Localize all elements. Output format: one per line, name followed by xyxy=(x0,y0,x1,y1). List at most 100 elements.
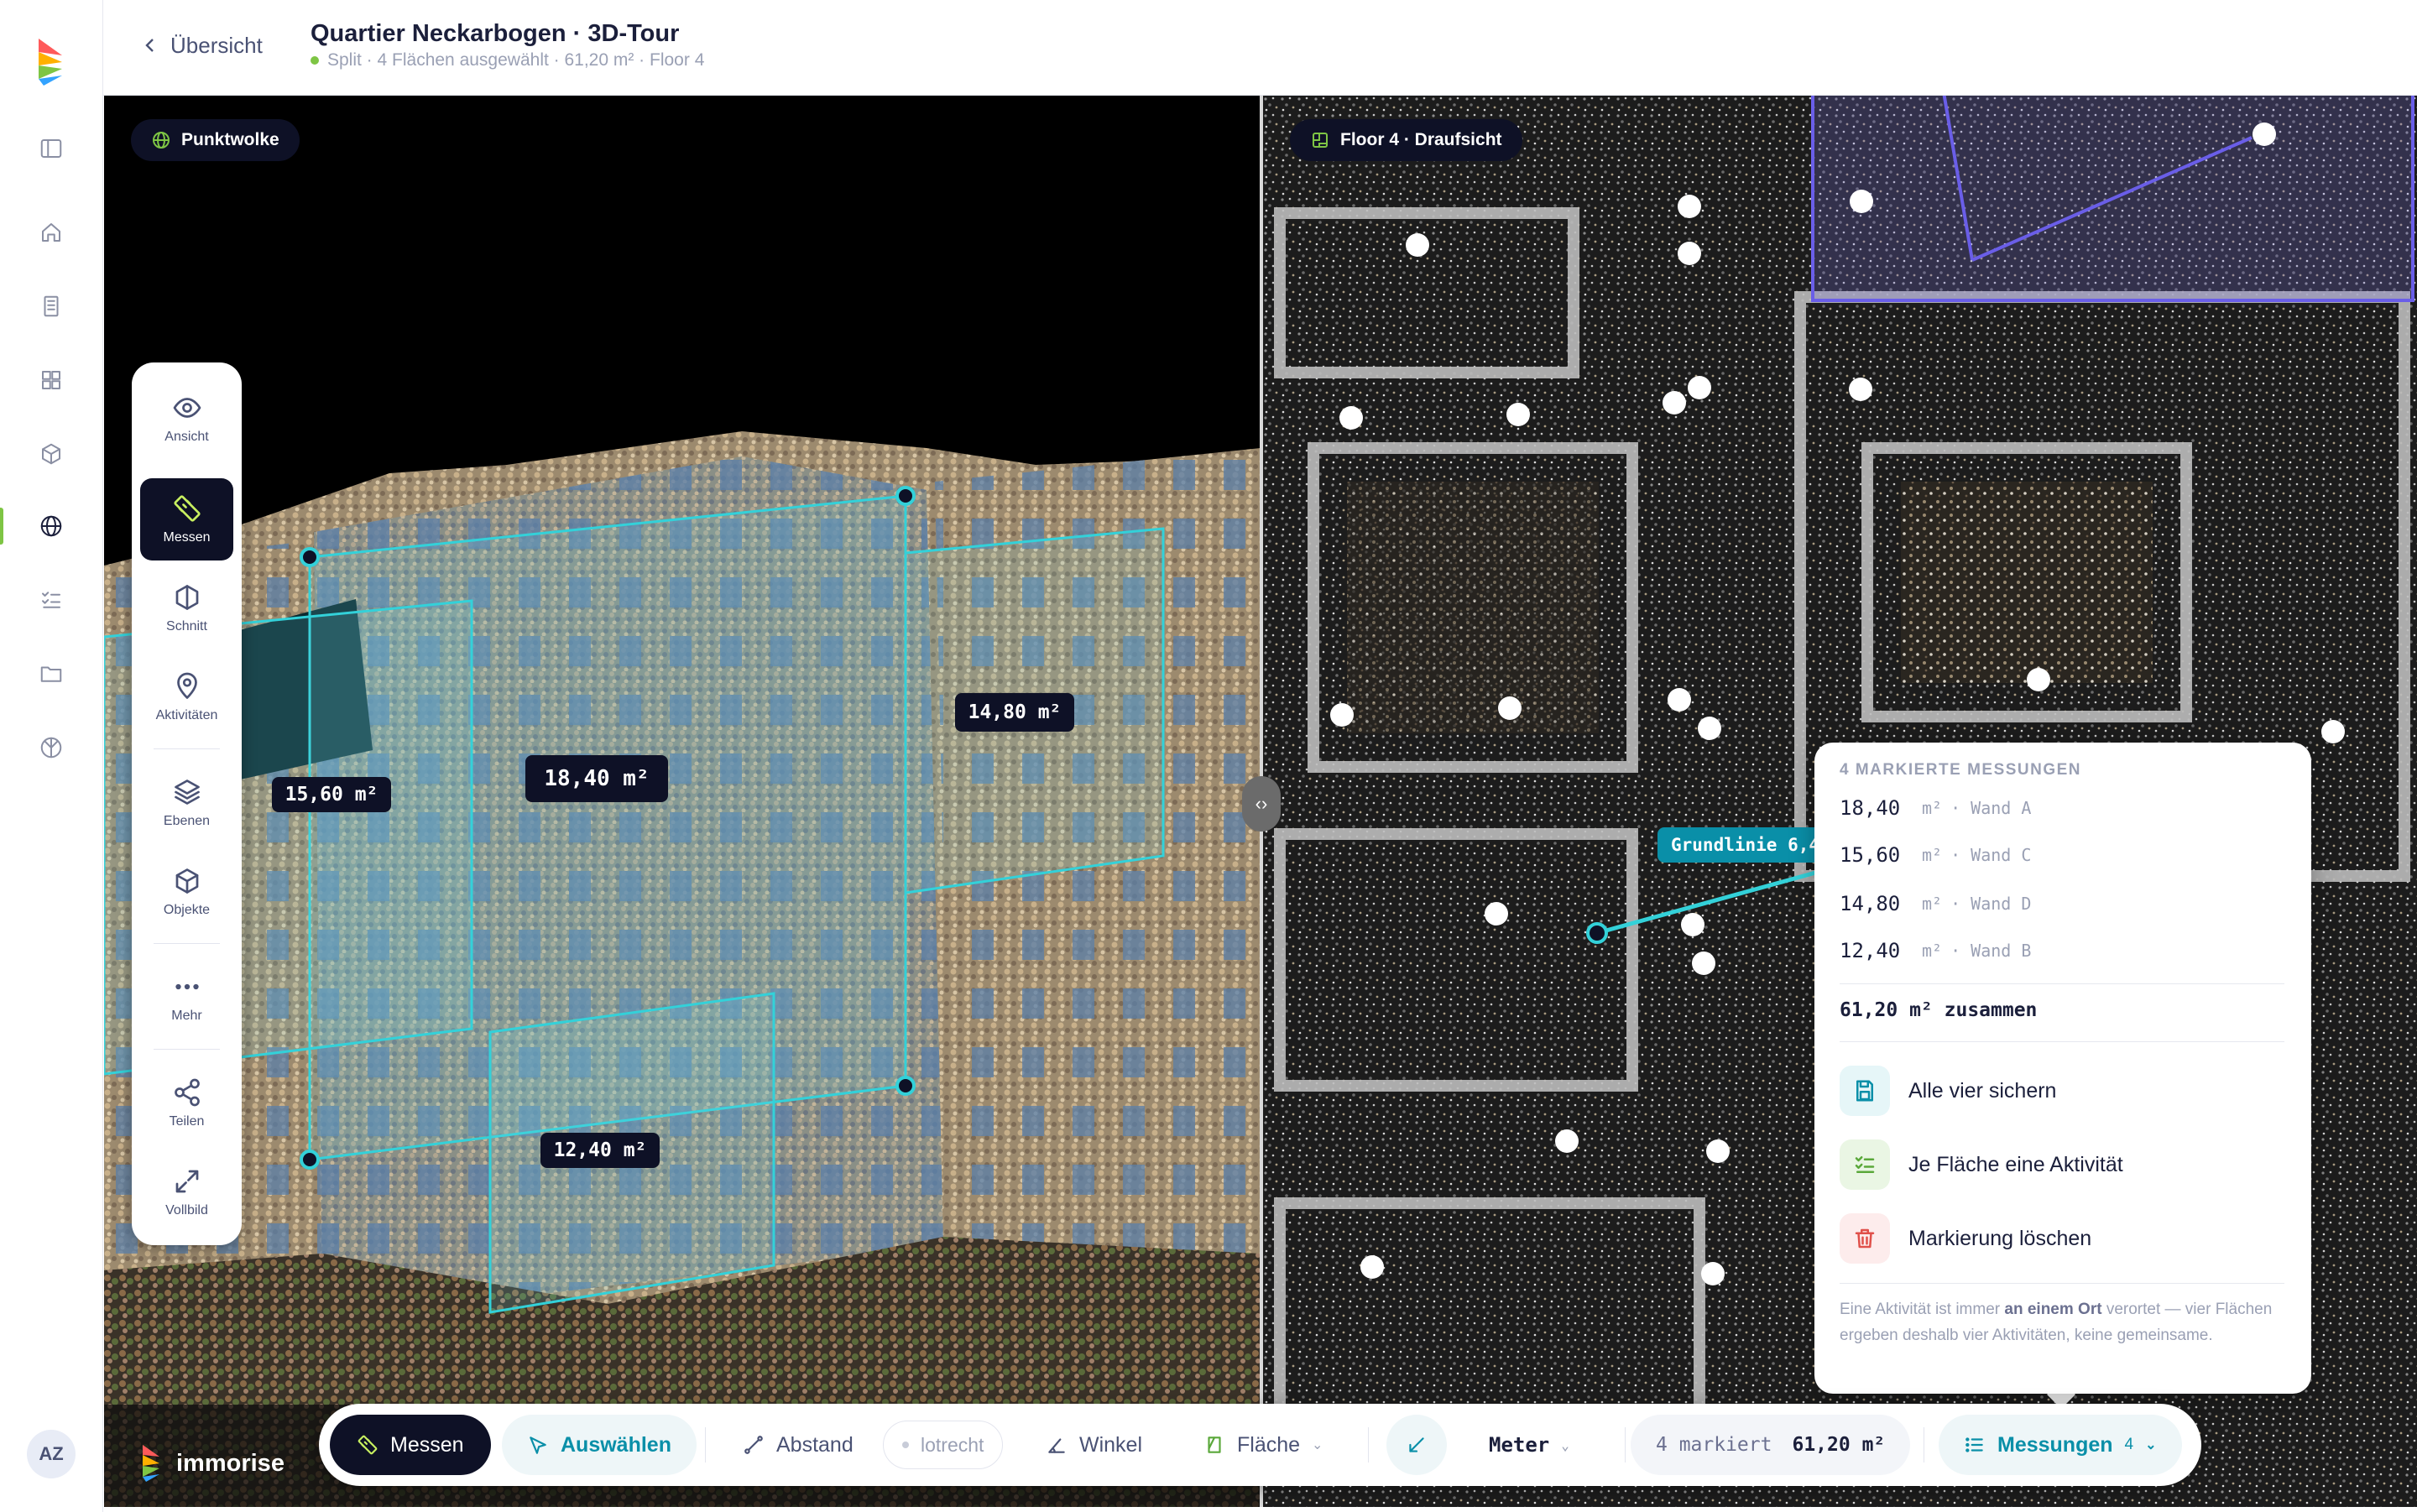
measurements-popup: 4 MARKIERTE MESSUNGEN 18,40 m² · Wand A … xyxy=(1814,743,2311,1394)
measure-label-a[interactable]: 18,40 m² xyxy=(525,755,668,802)
tool-label: Objekte xyxy=(163,903,211,917)
measurements-dropdown[interactable]: Messungen 4 ⌄ xyxy=(1939,1415,2182,1475)
back-button[interactable]: Übersicht xyxy=(142,29,263,62)
chevron-left-icon xyxy=(145,39,154,52)
drag-handle-icon: ‹› xyxy=(1255,793,1268,814)
tool-vollbild[interactable]: Vollbild xyxy=(140,1151,233,1233)
angle-icon xyxy=(1048,1438,1065,1453)
eye-icon xyxy=(173,398,201,418)
measurement-total: 61,20 m² zusammen xyxy=(1840,999,2038,1021)
building-icon[interactable] xyxy=(32,287,70,326)
save-icon xyxy=(1840,1066,1890,1116)
flaeche-dropdown[interactable]: Fläche ⌄ xyxy=(1203,1415,1323,1475)
popup-divider xyxy=(1840,1283,2284,1284)
floorplan-chip-label: Floor 4 · Draufsicht xyxy=(1340,130,1502,149)
globe-icon xyxy=(153,132,170,149)
measurement-row[interactable]: 14,80 m² · Wand D xyxy=(1840,887,2031,920)
measurement-row[interactable]: 18,40 m² · Wand A xyxy=(1840,791,2031,825)
tool-label: Teilen xyxy=(169,1114,205,1129)
pointcloud-chip-label: Punktwolke xyxy=(181,130,279,149)
fit-view-button[interactable] xyxy=(1386,1415,1447,1475)
avatar[interactable]: AZ xyxy=(27,1430,76,1478)
app-root: AZ Übersicht Quartier Neckarbogen · 3D-T… xyxy=(0,0,2417,1512)
save-all-button[interactable]: Alle vier sichern xyxy=(1840,1065,2056,1117)
marked-summary: 4 markiert 61,20 m² xyxy=(1631,1415,1911,1475)
tool-teilen[interactable]: Teilen xyxy=(140,1062,233,1144)
measure-label-c[interactable]: 15,60 m² xyxy=(272,777,391,812)
tool-objekte[interactable]: Objekte xyxy=(140,851,233,933)
toggle-dot xyxy=(902,1442,909,1448)
checklist-icon xyxy=(1840,1139,1890,1190)
measure-label-b[interactable]: 12,40 m² xyxy=(540,1133,660,1168)
messen-button[interactable]: Messen xyxy=(330,1415,491,1475)
measure-label-d[interactable]: 14,80 m² xyxy=(955,693,1074,732)
object-cube-icon xyxy=(175,868,198,894)
cursor-icon xyxy=(530,1436,546,1454)
checklist-icon[interactable] xyxy=(32,581,70,619)
floorplan-chip: Floor 4 · Draufsicht xyxy=(1290,119,1522,161)
network-icon[interactable] xyxy=(32,728,70,767)
trash-icon xyxy=(1840,1213,1890,1264)
tool-label: Schnitt xyxy=(166,619,207,633)
pointcloud-viewport[interactable]: Punktwolke 18,40 m² 15,60 m² 14,80 m² 12… xyxy=(104,96,1261,1507)
subtitle-text: Split · 4 Flächen ausgewählt · 61,20 m² … xyxy=(327,50,705,70)
folder-icon[interactable] xyxy=(32,654,70,693)
ruler-icon xyxy=(358,1435,378,1455)
toolbar-divider xyxy=(1625,1427,1626,1462)
tool-schnitt[interactable]: Schnitt xyxy=(140,567,233,649)
floorplan-icon xyxy=(1313,133,1328,148)
left-rail: AZ xyxy=(0,0,103,1512)
tool-aktivitaeten[interactable]: Aktivitäten xyxy=(140,656,233,738)
bottom-toolbar: Messen Auswählen Abstand lotrecht Winkel… xyxy=(319,1404,2201,1486)
tool-ebenen[interactable]: Ebenen xyxy=(140,762,233,844)
diagonal-arrow-icon xyxy=(1409,1437,1424,1452)
grid-icon[interactable] xyxy=(32,361,70,399)
measurement-row[interactable]: 15,60 m² · Wand C xyxy=(1840,838,2031,872)
palette-divider xyxy=(154,943,220,944)
brand-mark-icon xyxy=(143,1445,159,1482)
cube-icon[interactable] xyxy=(32,435,70,473)
tool-label: Ebenen xyxy=(163,814,211,828)
distance-icon xyxy=(744,1436,763,1454)
split-handle[interactable]: ‹› xyxy=(1242,776,1281,832)
list-icon xyxy=(1965,1437,1983,1452)
chevron-down-icon: ⌄ xyxy=(2145,1438,2157,1452)
tool-label: Mehr xyxy=(171,1009,202,1023)
tool-messen[interactable]: Messen xyxy=(140,478,233,560)
unit-dropdown[interactable]: Meter ⌄ xyxy=(1489,1415,1569,1475)
popup-note: Eine Aktivität ist immer an einem Ort ve… xyxy=(1840,1301,2273,1344)
popup-divider xyxy=(1840,1041,2284,1042)
brand-name: immorise xyxy=(176,1449,285,1477)
globe-icon[interactable] xyxy=(32,507,70,545)
lotrecht-toggle[interactable]: lotrecht xyxy=(883,1421,1004,1469)
fullscreen-icon xyxy=(175,1170,198,1193)
more-icon xyxy=(175,983,199,990)
popup-heading: 4 MARKIERTE MESSUNGEN xyxy=(1840,761,2082,779)
back-label: Übersicht xyxy=(170,32,263,58)
auswaehlen-button[interactable]: Auswählen xyxy=(502,1415,697,1475)
brand-logo[interactable] xyxy=(37,37,64,87)
measurements-count-badge: 4 xyxy=(2124,1436,2134,1453)
tool-mehr[interactable]: Mehr xyxy=(140,957,233,1039)
tool-label: Aktivitäten xyxy=(155,708,218,722)
measurement-row[interactable]: 12,40 m² · Wand B xyxy=(1840,934,2031,967)
palette-divider xyxy=(154,748,220,749)
tool-label: Ansicht xyxy=(164,430,209,444)
page-subtitle: Split · 4 Flächen ausgewählt · 61,20 m² … xyxy=(311,50,704,70)
share-icon xyxy=(174,1078,200,1107)
tool-ansicht[interactable]: Ansicht xyxy=(140,378,233,460)
toolbar-divider xyxy=(1368,1427,1369,1462)
chevron-down-icon: ⌄ xyxy=(1312,1438,1323,1452)
winkel-button[interactable]: Winkel xyxy=(1046,1415,1142,1475)
rail-active-indicator xyxy=(0,508,3,545)
page-title: Quartier Neckarbogen · 3D-Tour xyxy=(311,20,680,47)
layers-icon xyxy=(174,779,200,805)
pin-icon xyxy=(176,672,197,699)
home-icon[interactable] xyxy=(32,213,70,252)
delete-marking-button[interactable]: Markierung löschen xyxy=(1840,1212,2091,1264)
baseline-label[interactable]: Grundlinie 6,4 xyxy=(1657,827,1834,863)
area-icon xyxy=(1208,1436,1221,1453)
sidebar-toggle-icon[interactable] xyxy=(32,129,70,168)
abstand-button[interactable]: Abstand xyxy=(743,1415,854,1475)
create-activities-button[interactable]: Je Fläche eine Aktivität xyxy=(1840,1139,2123,1191)
